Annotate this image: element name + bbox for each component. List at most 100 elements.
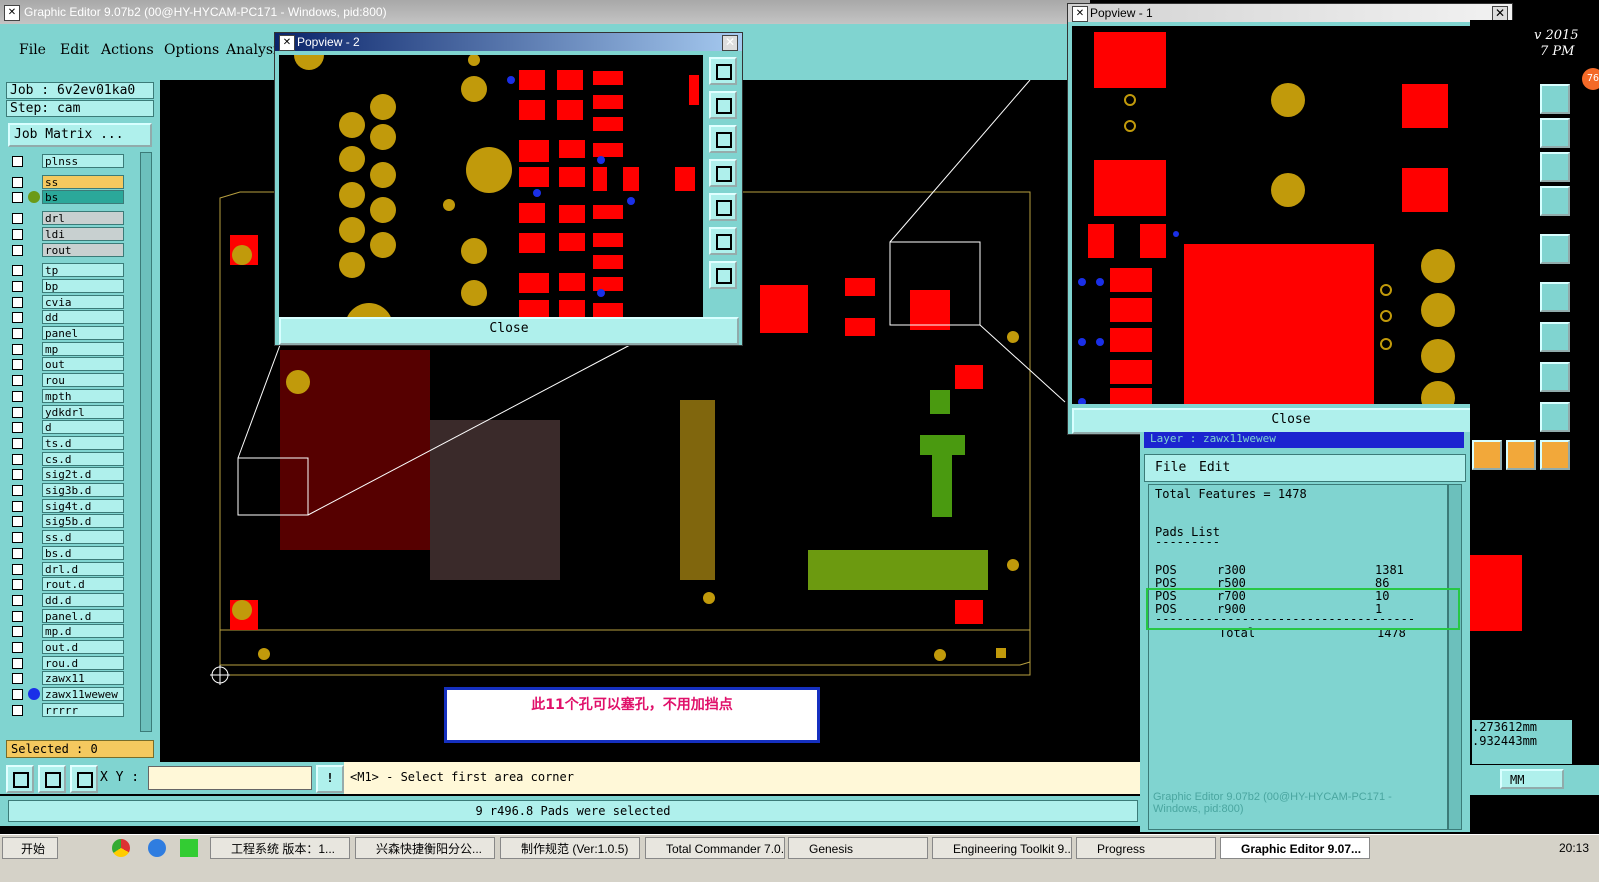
- layer-row-panel[interactable]: panel: [8, 326, 130, 341]
- layer-name[interactable]: rou.d: [42, 655, 124, 670]
- layer-checkbox[interactable]: [12, 642, 23, 653]
- layer-name[interactable]: sig4t.d: [42, 498, 124, 513]
- layer-name[interactable]: tp: [42, 263, 124, 278]
- layer-row-drl[interactable]: drl: [8, 211, 130, 226]
- layer-name[interactable]: sig5b.d: [42, 514, 124, 529]
- layer-checkbox[interactable]: [12, 469, 23, 481]
- layer-checkbox[interactable]: [12, 192, 23, 204]
- layer-name[interactable]: panel: [42, 326, 124, 340]
- layer-row-zawx11wewew[interactable]: zawx11wewew: [8, 687, 130, 702]
- tool-icon[interactable]: [1540, 282, 1570, 312]
- layer-checkbox[interactable]: [12, 657, 23, 669]
- layer-checkbox[interactable]: [12, 704, 23, 716]
- popview-2-close-button[interactable]: Close: [279, 317, 739, 345]
- layer-checkbox[interactable]: [12, 579, 23, 591]
- layer-name[interactable]: mpth: [42, 388, 124, 403]
- layer-checkbox[interactable]: [12, 673, 23, 685]
- taskbar-button[interactable]: 工程系统 版本：1...: [210, 837, 350, 859]
- layer-name[interactable]: cvia: [42, 294, 124, 309]
- zoom-in-icon[interactable]: [709, 227, 737, 255]
- layer-checkbox[interactable]: [12, 547, 23, 559]
- layer-checkbox[interactable]: [12, 328, 23, 339]
- layer-row-rout[interactable]: rout: [8, 242, 130, 258]
- tool-icon[interactable]: [1540, 186, 1570, 216]
- layer-name[interactable]: zawx11: [42, 671, 124, 686]
- start-button[interactable]: 开始: [2, 837, 58, 859]
- popview-1-close-button[interactable]: Close: [1072, 408, 1510, 434]
- layer-row-out[interactable]: out: [8, 357, 130, 372]
- layer-row-bp[interactable]: bp: [8, 278, 130, 294]
- chrome-icon[interactable]: [112, 839, 130, 857]
- layer-name[interactable]: dd.d: [42, 592, 124, 607]
- layer-name[interactable]: sig2t.d: [42, 467, 124, 482]
- layer-list-scrollbar[interactable]: [140, 152, 152, 732]
- layer-row-ts-d[interactable]: ts.d: [8, 435, 130, 451]
- job-matrix-button[interactable]: Job Matrix ...: [8, 123, 152, 147]
- popview-1-canvas[interactable]: [1072, 26, 1474, 404]
- layer-checkbox[interactable]: [12, 594, 23, 606]
- layer-row-rou[interactable]: rou: [8, 373, 130, 388]
- layer-row-mp-d[interactable]: mp.d: [8, 624, 130, 639]
- layer-checkbox[interactable]: [12, 689, 23, 701]
- layer-checkbox[interactable]: [12, 500, 23, 512]
- menu-analysis[interactable]: Analysi: [226, 42, 278, 58]
- layer-row-bs-d[interactable]: bs.d: [8, 545, 130, 561]
- layer-row-sig4t-d[interactable]: sig4t.d: [8, 498, 130, 514]
- layer-checkbox[interactable]: [12, 390, 23, 402]
- layer-row-bs[interactable]: bs: [8, 190, 130, 205]
- layer-name[interactable]: bs: [42, 190, 124, 205]
- layer-row-mp[interactable]: mp: [8, 341, 130, 357]
- tool-icon[interactable]: [1540, 118, 1570, 148]
- layer-name[interactable]: panel.d: [42, 608, 124, 623]
- layer-name[interactable]: mp: [42, 341, 124, 356]
- tool-icon[interactable]: [1540, 234, 1570, 264]
- layer-row-out-d[interactable]: out.d: [8, 640, 130, 655]
- menu-file[interactable]: File: [19, 42, 46, 58]
- layer-name[interactable]: d: [42, 420, 124, 435]
- layer-name[interactable]: out.d: [42, 640, 124, 654]
- close-icon[interactable]: ✕: [722, 35, 738, 51]
- layer-checkbox[interactable]: [12, 228, 23, 240]
- zoom-fit-icon[interactable]: [6, 765, 34, 793]
- layer-row-rout-d[interactable]: rout.d: [8, 577, 130, 592]
- layer-name[interactable]: bp: [42, 278, 124, 293]
- taskbar-button[interactable]: Engineering Toolkit 9....: [932, 837, 1072, 859]
- layer-checkbox[interactable]: [12, 280, 23, 292]
- layer-name[interactable]: drl: [42, 211, 124, 226]
- pan-left-icon[interactable]: [709, 159, 737, 187]
- menu-actions[interactable]: Actions: [101, 42, 154, 58]
- layer-checkbox[interactable]: [12, 343, 23, 355]
- layer-name[interactable]: sig3b.d: [42, 483, 124, 497]
- layer-checkbox[interactable]: [12, 563, 23, 575]
- layer-row-rou-d[interactable]: rou.d: [8, 655, 130, 671]
- layer-row-sig2t-d[interactable]: sig2t.d: [8, 467, 130, 482]
- layer-row-cs-d[interactable]: cs.d: [8, 451, 130, 467]
- help-icon[interactable]: [1540, 152, 1570, 182]
- layer-row-panel-d[interactable]: panel.d: [8, 608, 130, 624]
- layer-name[interactable]: cs.d: [42, 451, 124, 466]
- layer-name[interactable]: plnss: [42, 154, 124, 168]
- layer-name[interactable]: out: [42, 357, 124, 372]
- zoom-out-icon[interactable]: [709, 261, 737, 289]
- layer-name[interactable]: dd: [42, 310, 124, 325]
- layer-checkbox[interactable]: [12, 156, 23, 167]
- layer-name[interactable]: ss: [42, 174, 124, 189]
- layer-row-ss-d[interactable]: ss.d: [8, 530, 130, 545]
- layer-row-sig5b-d[interactable]: sig5b.d: [8, 514, 130, 529]
- layer-checkbox[interactable]: [12, 176, 23, 188]
- layer-row-cvia[interactable]: cvia: [8, 294, 130, 310]
- menu-options[interactable]: Options: [164, 42, 219, 58]
- tool-icon[interactable]: [1540, 362, 1570, 392]
- layer-row-dd-d[interactable]: dd.d: [8, 592, 130, 608]
- layer-checkbox[interactable]: [12, 296, 23, 308]
- layer-checkbox[interactable]: [12, 422, 23, 434]
- pan-right-icon[interactable]: [709, 193, 737, 221]
- grid-snap-icon[interactable]: [70, 765, 98, 793]
- layer-name[interactable]: bs.d: [42, 545, 124, 560]
- layer-row-tp[interactable]: tp: [8, 263, 130, 278]
- layer-row-sig3b-d[interactable]: sig3b.d: [8, 483, 130, 498]
- select-tool-icon[interactable]: [1472, 440, 1502, 470]
- layer-checkbox[interactable]: [12, 406, 23, 418]
- layer-checkbox[interactable]: [12, 516, 23, 528]
- layer-row-ss[interactable]: ss: [8, 174, 130, 190]
